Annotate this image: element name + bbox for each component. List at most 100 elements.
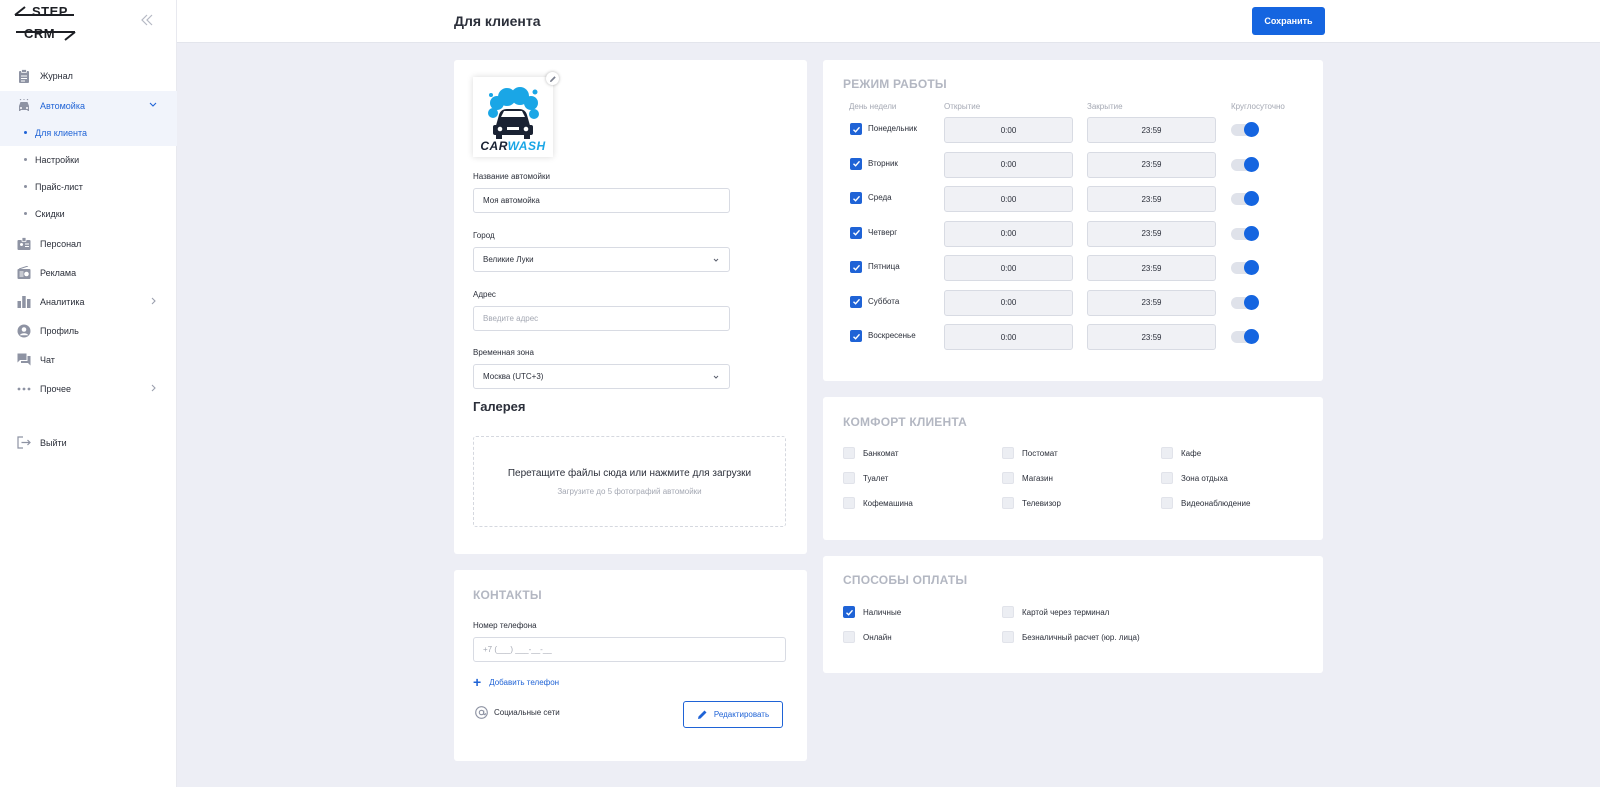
comfort-option[interactable]: Зона отдыха — [1161, 472, 1228, 484]
sidebar-item-staff[interactable]: Персонал — [0, 229, 177, 258]
day-enabled-checkbox[interactable] — [850, 192, 862, 204]
chevron-down-icon — [713, 258, 719, 262]
edit-social-button[interactable]: Редактировать — [683, 701, 783, 728]
close-time-field[interactable]: 23:59 — [1087, 220, 1216, 247]
add-phone-button[interactable]: + Добавить телефон — [473, 674, 559, 690]
close-time-field[interactable]: 23:59 — [1087, 289, 1216, 316]
comfort-checkbox[interactable] — [1002, 472, 1014, 484]
day-enabled-checkbox[interactable] — [850, 330, 862, 342]
comfort-option[interactable]: Видеонаблюдение — [1161, 497, 1250, 509]
payment-checkbox[interactable] — [1002, 606, 1014, 618]
day-enabled-checkbox[interactable] — [850, 226, 862, 239]
comfort-option[interactable]: Кофемашина — [843, 497, 913, 509]
day-enabled-checkbox[interactable] — [850, 261, 862, 273]
sidebar-item-analytics[interactable]: Аналитика — [0, 287, 177, 316]
allday-toggle[interactable] — [1231, 294, 1259, 310]
social-networks: Социальные сети — [475, 706, 560, 719]
allday-toggle[interactable] — [1231, 260, 1259, 275]
comfort-checkbox[interactable] — [1161, 447, 1173, 459]
timezone-label: Временная зона — [473, 348, 534, 357]
payment-checkbox[interactable] — [843, 631, 855, 643]
phone-field[interactable]: +7 (___) ___-__-__ — [473, 637, 786, 662]
comfort-checkbox[interactable] — [1002, 447, 1014, 459]
comfort-label: Постомат — [1022, 448, 1058, 458]
timezone-select[interactable]: Москва (UTC+3) — [473, 364, 730, 389]
comfort-checkbox[interactable] — [1161, 472, 1173, 484]
sidebar-subitem-price-list[interactable]: Прайс-лист — [0, 173, 177, 200]
day-enabled-checkbox[interactable] — [850, 295, 862, 308]
open-time-field[interactable]: 0:00 — [944, 220, 1073, 247]
payment-option[interactable]: Картой через терминал — [1002, 606, 1109, 618]
carwash-name-label: Название автомойки — [473, 172, 550, 181]
gallery-dropzone[interactable]: Перетащите файлы сюда или нажмите для за… — [473, 436, 786, 527]
day-name: Среда — [868, 193, 892, 202]
payment-title: СПОСОБЫ ОПЛАТЫ — [843, 573, 968, 587]
comfort-checkbox[interactable] — [843, 447, 855, 459]
comfort-checkbox[interactable] — [1161, 497, 1173, 509]
open-time-field[interactable]: 0:00 — [944, 324, 1073, 350]
comfort-option[interactable]: Постомат — [1002, 447, 1058, 459]
allday-toggle[interactable] — [1231, 225, 1259, 241]
day-name: Четверг — [868, 227, 898, 237]
payment-card: СПОСОБЫ ОПЛАТЫ Наличные Картой через терм… — [823, 556, 1323, 673]
allday-toggle[interactable] — [1231, 122, 1259, 137]
chat-icon — [17, 353, 31, 367]
carwash-logo-image[interactable]: CARWASH — [473, 77, 553, 157]
allday-toggle[interactable] — [1231, 191, 1259, 206]
sidebar-subitem-discounts[interactable]: Скидки — [0, 200, 177, 227]
close-time-field[interactable]: 23:59 — [1087, 324, 1216, 350]
carwash-name-field[interactable]: Моя автомойка — [473, 188, 730, 213]
address-field[interactable]: Введите адрес — [473, 306, 730, 331]
close-time-field[interactable]: 23:59 — [1087, 255, 1216, 281]
sidebar-subitem-settings[interactable]: Настройки — [0, 146, 177, 173]
close-time-field[interactable]: 23:59 — [1087, 151, 1216, 178]
sidebar-item-chat[interactable]: Чат — [0, 345, 177, 374]
sidebar-item-label: Профиль — [40, 325, 79, 336]
open-time-field[interactable]: 0:00 — [944, 117, 1073, 143]
day-enabled-checkbox[interactable] — [850, 123, 862, 135]
save-button[interactable]: Сохранить — [1252, 7, 1325, 35]
sidebar-subitem-for-client[interactable]: Для клиента — [0, 119, 177, 146]
sidebar-item-profile[interactable]: Профиль — [0, 316, 177, 345]
collapse-sidebar-icon[interactable] — [140, 12, 154, 28]
day-enabled-checkbox[interactable] — [850, 157, 862, 170]
comfort-option[interactable]: Туалет — [843, 472, 888, 484]
sidebar: STEP CRM Журнал Автомойка Для клиента На… — [0, 0, 177, 787]
comfort-checkbox[interactable] — [843, 497, 855, 509]
sidebar-item-journal[interactable]: Журнал — [0, 61, 177, 90]
gallery-title: Галерея — [473, 399, 526, 414]
sidebar-item-logout[interactable]: Выйти — [0, 428, 177, 457]
sidebar-item-other[interactable]: Прочее — [0, 374, 177, 403]
edit-logo-icon[interactable] — [546, 72, 559, 85]
schedule-row: Суббота 0:00 23:59 — [823, 288, 1323, 322]
open-time-field[interactable]: 0:00 — [944, 186, 1073, 212]
comfort-option[interactable]: Магазин — [1002, 472, 1053, 484]
payment-checkbox[interactable] — [1002, 631, 1014, 643]
schedule-row: Воскресенье 0:00 23:59 — [823, 322, 1323, 356]
payment-checkbox[interactable] — [843, 606, 855, 618]
open-time-field[interactable]: 0:00 — [944, 151, 1073, 178]
payment-option[interactable]: Безналичный расчет (юр. лица) — [1002, 631, 1140, 643]
comfort-checkbox[interactable] — [1002, 497, 1014, 509]
allday-toggle[interactable] — [1231, 156, 1259, 172]
brand-logo[interactable]: STEP CRM — [14, 4, 76, 42]
schedule-row: Понедельник 0:00 23:59 — [823, 115, 1323, 149]
brand-line1: STEP — [32, 4, 68, 19]
payment-option[interactable]: Наличные — [843, 606, 901, 618]
close-time-field[interactable]: 23:59 — [1087, 186, 1216, 212]
comfort-option[interactable]: Телевизор — [1002, 497, 1061, 509]
sidebar-item-ads[interactable]: Реклама — [0, 258, 177, 287]
sidebar-item-carwash[interactable]: Автомойка — [0, 91, 177, 120]
sidebar-item-label: Реклама — [40, 267, 77, 278]
allday-toggle[interactable] — [1231, 329, 1259, 344]
comfort-option[interactable]: Кафе — [1161, 447, 1201, 459]
dropzone-hint-text: Загрузите до 5 фотографий автомойки — [557, 487, 702, 496]
logo-text-wash: WASH — [507, 139, 546, 153]
payment-option[interactable]: Онлайн — [843, 631, 892, 643]
city-select[interactable]: Великие Луки — [473, 247, 730, 272]
open-time-field[interactable]: 0:00 — [944, 255, 1073, 281]
open-time-field[interactable]: 0:00 — [944, 289, 1073, 316]
comfort-checkbox[interactable] — [843, 472, 855, 484]
close-time-field[interactable]: 23:59 — [1087, 117, 1216, 143]
comfort-option[interactable]: Банкомат — [843, 447, 899, 459]
